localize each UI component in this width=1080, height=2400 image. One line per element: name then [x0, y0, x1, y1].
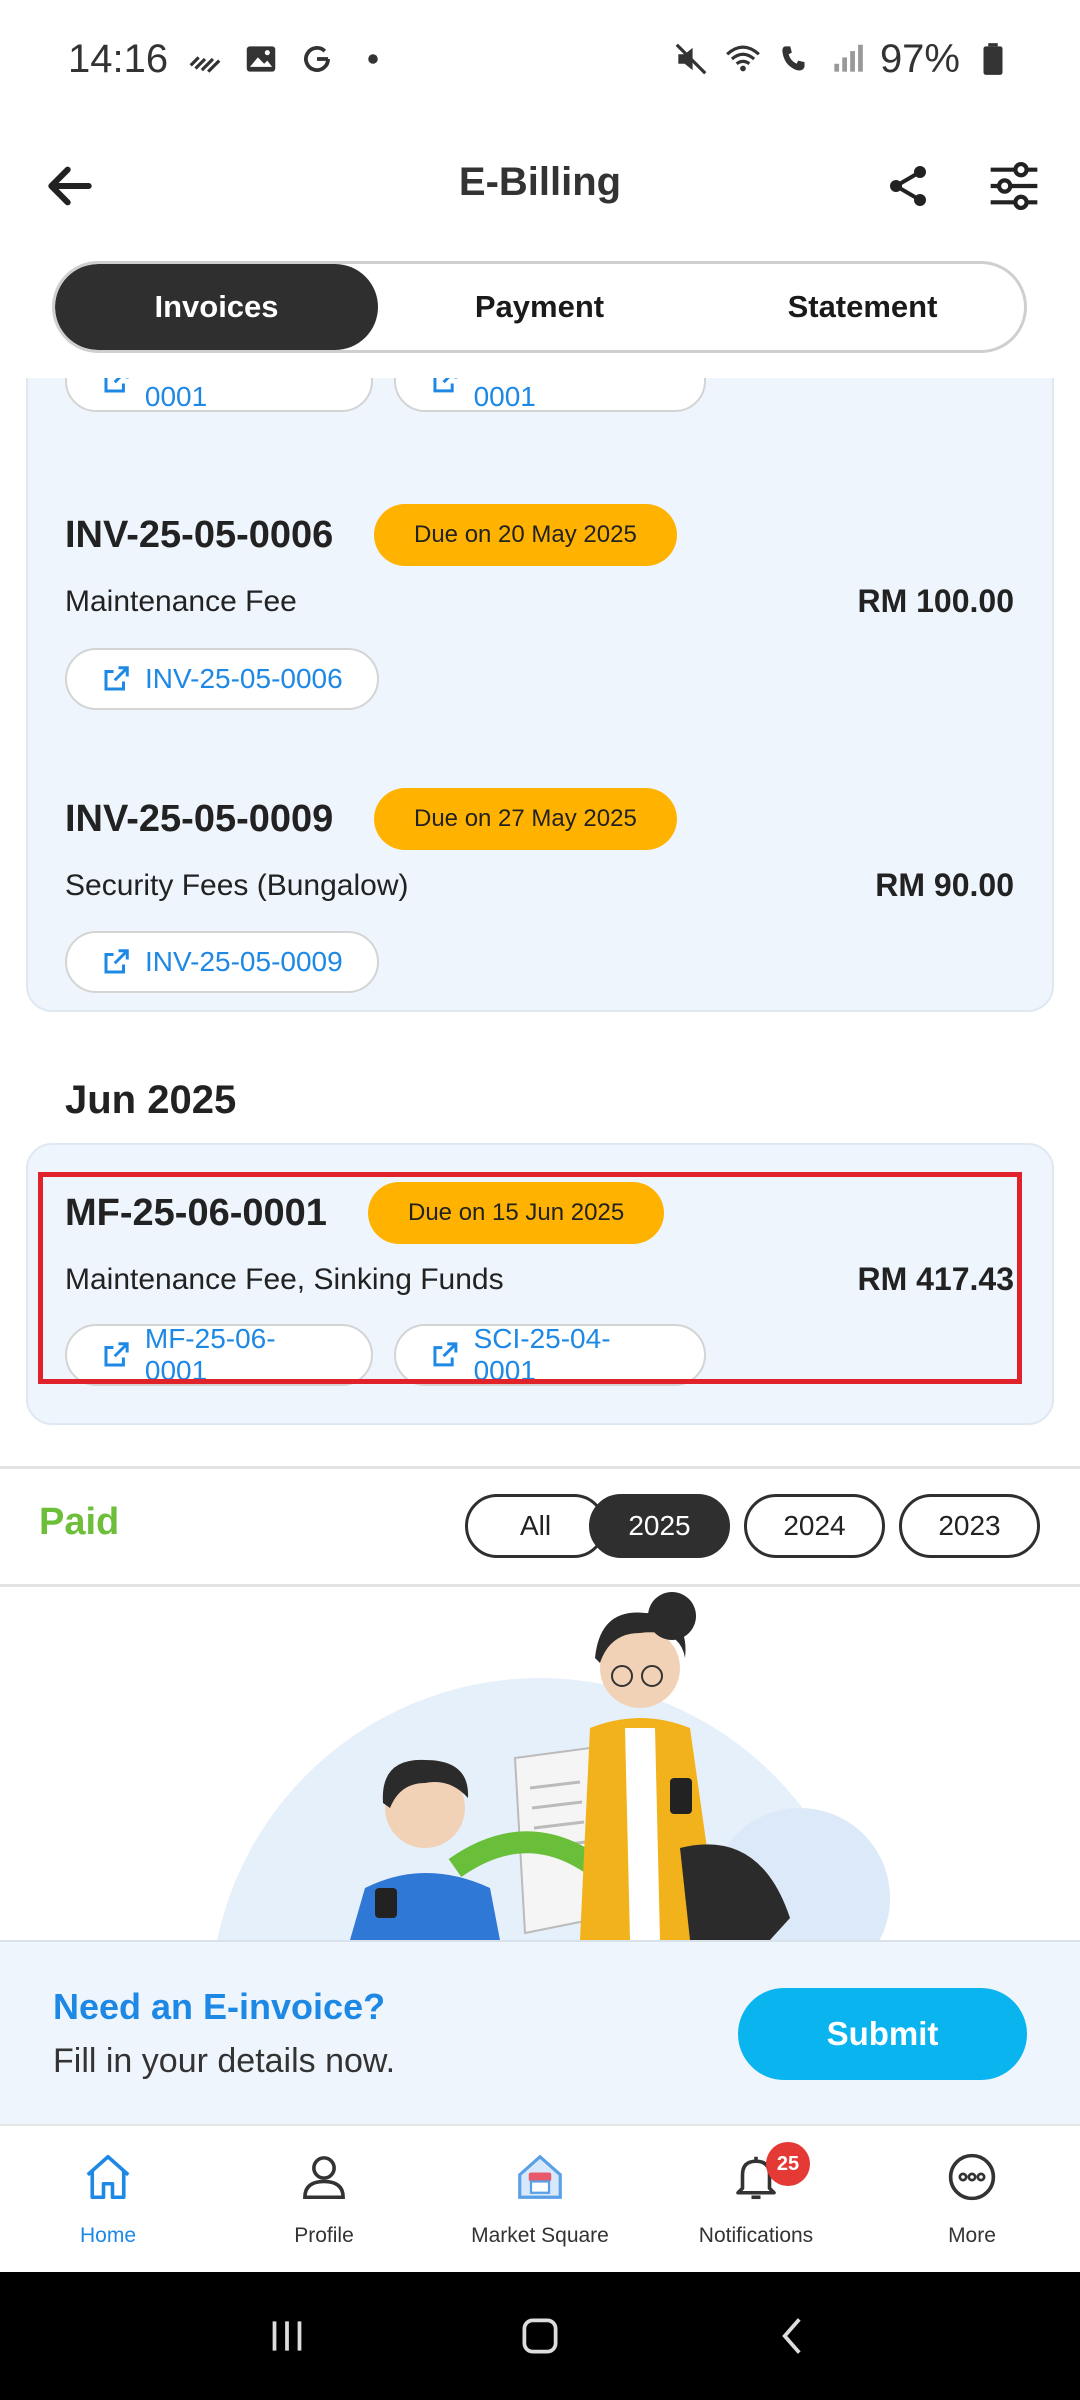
nav-label: Market Square [471, 2224, 609, 2247]
chip-label: INV-25-05-0006 [145, 663, 343, 694]
google-icon [298, 40, 336, 78]
due-badge: Due on 27 May 2025 [374, 788, 677, 850]
notification-count-badge: 25 [766, 2142, 810, 2186]
status-time: 14:16 [68, 36, 169, 81]
filter-2025[interactable]: 2025 [589, 1494, 730, 1558]
nav-home[interactable]: Home [0, 2126, 216, 2272]
nav-market-square[interactable]: Market Square [432, 2126, 648, 2272]
einvoice-subtitle: Fill in your details now. [53, 2042, 396, 2080]
profile-icon [295, 2148, 353, 2206]
invoice-link-chip[interactable]: INV-25-05-0009 [65, 931, 379, 993]
divider [0, 1584, 1080, 1587]
external-link-icon [104, 378, 129, 393]
back-system-button[interactable] [753, 2296, 833, 2376]
missed-call-icon [186, 40, 224, 78]
recent-apps-button[interactable] [247, 2296, 327, 2376]
filter-button[interactable] [978, 150, 1050, 222]
nav-more[interactable]: More [864, 2126, 1080, 2272]
selection-highlight [38, 1172, 1022, 1384]
empty-state-illustration [0, 1588, 1080, 1940]
nav-label: Home [79, 2224, 137, 2247]
nav-profile[interactable]: Profile [216, 2126, 432, 2272]
market-icon [511, 2148, 569, 2206]
paid-label: Paid [39, 1501, 120, 1543]
invoice-number: INV-25-05-0006 [65, 514, 334, 556]
invoice-link-chip[interactable]: MF-25-05-0001 [65, 378, 373, 412]
home-icon [79, 2148, 137, 2206]
recent-apps-icon [272, 2321, 302, 2351]
invoice-description: Maintenance Fee [65, 585, 297, 618]
share-icon [890, 166, 926, 206]
divider [0, 1466, 1080, 1469]
tab-invoices[interactable]: Invoices [55, 264, 378, 350]
billing-tabs: Invoices Payment Statement [52, 261, 1027, 353]
chip-label: MF-25-05-0001 [144, 378, 276, 412]
month-header: Jun 2025 [65, 1078, 237, 1122]
signal-icon [828, 40, 866, 78]
battery-icon [974, 40, 1012, 78]
more-icon [943, 2148, 1001, 2206]
battery-percent: 97% [879, 36, 960, 81]
share-button[interactable] [872, 150, 944, 222]
chip-label: INV-25-05-0009 [145, 946, 343, 977]
system-nav-bar [0, 2272, 1080, 2400]
invoice-amount: RM 100.00 [857, 583, 1014, 619]
nav-label: Profile [294, 2224, 354, 2247]
chevron-left-icon [782, 2318, 801, 2354]
gallery-icon [242, 40, 280, 78]
invoice-number: INV-25-05-0009 [65, 798, 334, 840]
nav-label: Notifications [698, 2224, 814, 2247]
filter-2023[interactable]: 2023 [899, 1494, 1040, 1558]
invoice-amount: RM 90.00 [875, 867, 1014, 903]
invoice-list[interactable]: MF-25-05-0001 SCI-25-04-0001 INV-25-05-0… [0, 378, 1080, 1940]
home-square-icon [522, 2318, 558, 2354]
invoice-link-chip[interactable]: SCI-25-04-0001 [394, 378, 706, 412]
home-system-button[interactable] [500, 2296, 580, 2376]
bottom-nav: Home Profile Market Square 25 Notificati… [0, 2124, 1080, 2272]
sliders-icon [990, 161, 1038, 211]
invoice-link-chip[interactable]: INV-25-05-0006 [65, 648, 379, 710]
dot-icon [354, 40, 392, 78]
nav-label: More [948, 2224, 996, 2247]
invoice-description: Security Fees (Bungalow) [65, 869, 409, 902]
nav-notifications[interactable]: 25 Notifications [648, 2126, 864, 2272]
chip-label: SCI-25-04-0001 [473, 378, 611, 412]
external-link-icon [433, 378, 458, 393]
submit-button[interactable]: Submit [738, 1988, 1027, 2080]
mute-icon [672, 40, 710, 78]
filter-all[interactable]: All [465, 1494, 606, 1558]
external-link-icon [104, 949, 129, 974]
filter-2024[interactable]: 2024 [744, 1494, 885, 1558]
app-bar: E-Billing [0, 118, 1080, 258]
external-link-icon [104, 666, 129, 691]
einvoice-title: Need an E-invoice? [53, 1986, 386, 2027]
wifi-icon [724, 40, 762, 78]
tab-statement[interactable]: Statement [701, 264, 1024, 350]
einvoice-banner: Need an E-invoice? Fill in your details … [0, 1940, 1080, 2124]
wifi-call-icon [776, 40, 814, 78]
tab-payment[interactable]: Payment [378, 264, 701, 350]
status-bar: 14:16 97% [0, 0, 1080, 118]
due-badge: Due on 20 May 2025 [374, 504, 677, 566]
